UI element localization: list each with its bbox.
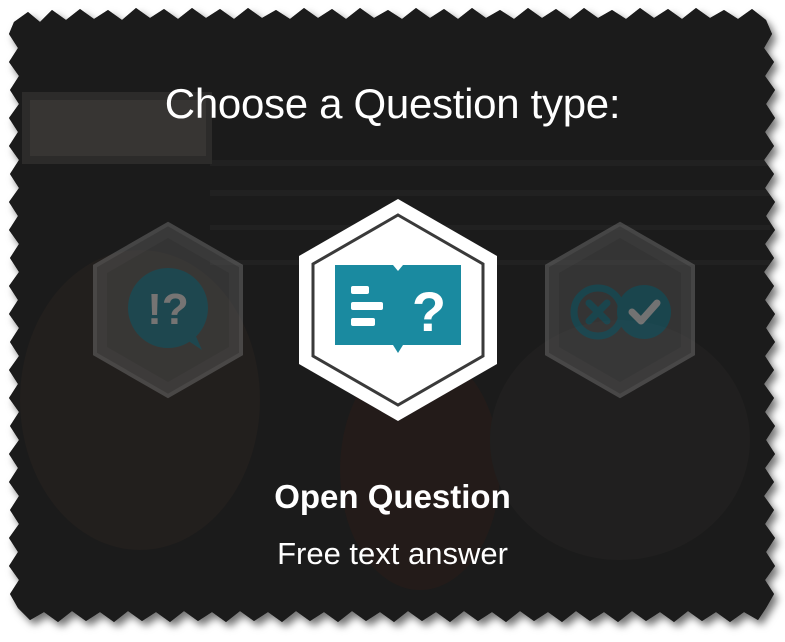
question-type-option-open-question[interactable]: ?: [293, 195, 503, 425]
question-type-option-quiz[interactable]: !?: [88, 220, 248, 400]
cross-check-circles-icon: [545, 221, 695, 399]
svg-text:!?: !?: [147, 285, 189, 334]
question-type-option-true-false[interactable]: [540, 220, 700, 400]
selected-type-description: Free text answer: [277, 536, 508, 571]
question-type-chooser: Choose a Question type: !? ? Open Questi…: [0, 0, 785, 642]
selected-type-name: Open Question: [274, 478, 511, 515]
svg-text:?: ?: [412, 280, 446, 343]
dialog-title: Choose a Question type:: [164, 80, 621, 127]
exclamation-question-speech-bubble-icon: !?: [93, 221, 243, 399]
open-book-question-icon: ?: [299, 199, 497, 421]
